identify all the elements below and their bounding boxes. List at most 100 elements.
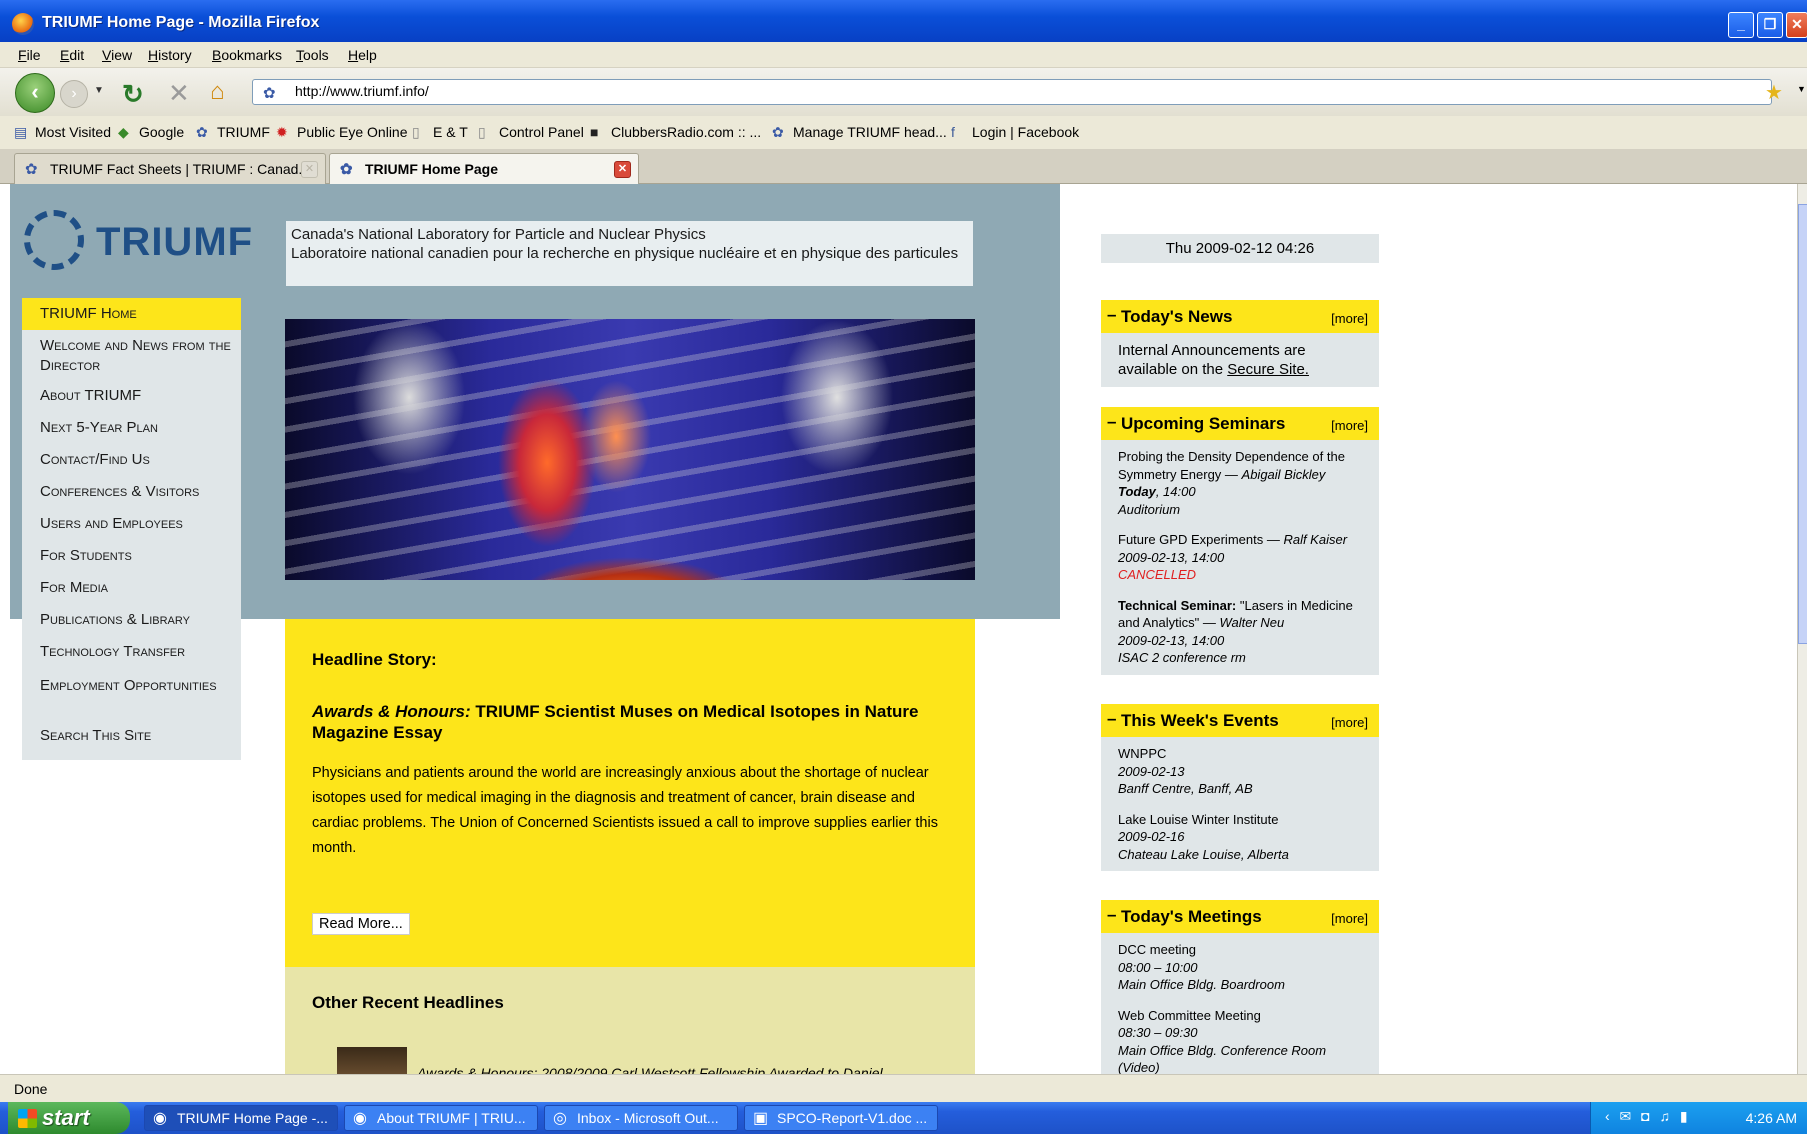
outlook-icon: ◎ [553,1110,567,1127]
upcoming-seminars-box: – Upcoming Seminars [more] Probing the D… [1101,407,1379,675]
collapse-icon[interactable]: – [1107,709,1116,729]
bookmark-triumf[interactable]: ✿ TRIUMF [196,124,270,141]
menu-help[interactable]: Help [348,47,377,63]
seminar-item[interactable]: Probing the Density Dependence of the Sy… [1118,448,1362,518]
task-word-document[interactable]: ▣ SPCO-Report-V1.doc ... [744,1105,938,1131]
more-link[interactable]: [more] [1331,715,1368,730]
home-icon[interactable]: ⌂ [210,78,225,106]
nav-triumf-home[interactable]: TRIUMF Home [22,298,241,330]
start-button[interactable]: start [8,1102,130,1134]
bookmark-e-and-t[interactable]: ▯ E & T [412,124,468,141]
forward-button[interactable]: › [60,80,88,108]
hero-image [285,319,975,580]
nav-conferences[interactable]: Conferences & Visitors [22,482,241,502]
events-header: – This Week's Events [more] [1101,704,1379,737]
events-body: WNPPC 2009-02-13 Banff Centre, Banff, AB… [1101,737,1379,871]
bookmark-manage-triumf[interactable]: ✿ Manage TRIUMF head... [772,124,947,141]
menu-file[interactable]: File [18,47,41,63]
url-input[interactable] [295,83,1695,99]
left-navigation: TRIUMF Home Welcome and News from the Di… [22,298,241,760]
meeting-item[interactable]: DCC meeting 08:00 – 10:00 Main Office Bl… [1118,941,1362,994]
address-bar[interactable]: ✿ [252,79,1772,105]
meeting-item[interactable]: Web Committee Meeting 08:30 – 09:30 Main… [1118,1007,1362,1075]
tab-home-page[interactable]: ✿ TRIUMF Home Page ✕ [329,153,639,184]
tray-icons[interactable]: ‹ ✉ ◘ ♫ ▮ [1605,1108,1691,1125]
seminar-item[interactable]: Future GPD Experiments — Ralf Kaiser 200… [1118,531,1362,584]
nav-users-employees[interactable]: Users and Employees [22,514,241,534]
collapse-icon[interactable]: – [1107,905,1116,925]
vertical-scrollbar[interactable] [1797,184,1807,1074]
close-tab-icon[interactable]: ✕ [301,161,318,178]
page-viewport: TRIUMF Canada's National Laboratory for … [10,184,1797,1074]
maximize-button[interactable]: ❐ [1757,12,1783,38]
close-window-button[interactable]: ✕ [1786,12,1807,38]
headline-title[interactable]: Awards & Honours: TRIUMF Scientist Muses… [312,701,962,743]
collapse-icon[interactable]: – [1107,305,1116,325]
nav-5-year-plan[interactable]: Next 5-Year Plan [22,418,241,438]
task-outlook-inbox[interactable]: ◎ Inbox - Microsoft Out... [544,1105,738,1131]
todays-meetings-box: – Today's Meetings [more] DCC meeting 08… [1101,900,1379,1074]
triumf-icon: ✿ [25,161,38,178]
event-item[interactable]: WNPPC 2009-02-13 Banff Centre, Banff, AB [1118,745,1362,798]
close-tab-icon[interactable]: ✕ [614,161,631,178]
todays-news-body: Internal Announcements are available on … [1118,342,1309,378]
seminars-body: Probing the Density Dependence of the Sy… [1101,440,1379,675]
more-link[interactable]: [more] [1331,311,1368,326]
site-favicon-icon: ✿ [263,85,276,102]
read-more-button[interactable]: Read More... [312,913,410,935]
headline-thumbnail[interactable] [337,1047,407,1074]
headline-body: Physicians and patients around the world… [312,765,938,856]
menu-bookmarks[interactable]: Bookmarks [212,47,282,63]
firefox-icon: ◉ [153,1110,167,1127]
word-icon: ▣ [753,1110,769,1127]
status-text: Done [14,1081,48,1097]
task-triumf-home[interactable]: ◉ TRIUMF Home Page -... [144,1105,338,1131]
bookmark-public-eye[interactable]: ✹ Public Eye Online [276,124,408,141]
back-button[interactable]: ‹ [15,73,55,113]
nav-media[interactable]: For Media [22,578,241,598]
other-headline-link[interactable]: Awards & Honours: 2008/2009 Carl Westcot… [417,1065,883,1074]
nav-contact[interactable]: Contact/Find Us [22,450,241,470]
windows-logo-icon [18,1109,37,1128]
bookmark-most-visited[interactable]: ▤ Most Visited [14,124,111,141]
nav-publications[interactable]: Publications & Library [22,610,241,630]
menu-view[interactable]: View [102,47,132,63]
event-item[interactable]: Lake Louise Winter Institute 2009-02-16 … [1118,811,1362,864]
bookmarks-toolbar: ▤ Most Visited ◆ Google ✿ TRIUMF ✹ Public Ey… [0,116,1807,149]
system-tray: ‹ ✉ ◘ ♫ ▮ 4:26 AM [1590,1102,1807,1134]
collapse-icon[interactable]: – [1107,412,1116,432]
todays-news-header: – Today's News [more] [1101,300,1379,333]
secure-site-link[interactable]: Secure Site. [1227,361,1309,378]
seminar-item[interactable]: Technical Seminar: "Lasers in Medicine a… [1118,597,1362,667]
reload-icon[interactable]: ↻ [122,79,144,110]
tab-strip: ✿ TRIUMF Fact Sheets | TRIUMF : Canad...… [0,149,1807,184]
firefox-icon: ◉ [353,1110,367,1127]
nav-students[interactable]: For Students [22,546,241,566]
cancelled-badge: CANCELLED [1118,567,1197,582]
minimize-button[interactable]: _ [1728,12,1754,38]
todays-news-box: – Today's News [more] Internal Announcem… [1101,300,1379,387]
nav-about[interactable]: About TRIUMF [22,386,241,406]
bookmark-star-icon[interactable]: ★ [1765,80,1783,105]
nav-welcome[interactable]: Welcome and News from the Director [22,336,241,376]
nav-search[interactable]: Search This Site [22,726,241,746]
more-link[interactable]: [more] [1331,418,1368,433]
bookmark-google[interactable]: ◆ Google [118,124,184,141]
nav-technology-transfer[interactable]: Technology Transfer [22,642,241,662]
task-about-triumf[interactable]: ◉ About TRIUMF | TRIU... [344,1105,538,1131]
bookmark-clubbersradio[interactable]: ■ ClubbersRadio.com :: ... [590,124,761,140]
nav-employment[interactable]: Employment Opportunities [22,676,241,696]
more-link[interactable]: [more] [1331,911,1368,926]
menu-edit[interactable]: Edit [60,47,84,63]
chevron-down-icon[interactable]: ▼ [1797,84,1806,94]
stop-icon[interactable]: ✕ [168,78,190,109]
menu-history[interactable]: History [148,47,192,63]
bookmark-control-panel[interactable]: ▯ Control Panel [478,124,584,141]
history-dropdown-icon[interactable]: ▼ [94,85,104,96]
tab-fact-sheets[interactable]: ✿ TRIUMF Fact Sheets | TRIUMF : Canad...… [14,153,326,184]
triumf-icon: ✿ [196,124,208,140]
navigation-toolbar: ‹ › ▼ ↻ ✕ ⌂ ✿ ★ ▼ [0,68,1807,116]
bookmark-facebook[interactable]: f Login | Facebook [951,124,1079,140]
menu-tools[interactable]: Tools [296,47,329,63]
scrollbar-thumb[interactable] [1798,204,1807,644]
